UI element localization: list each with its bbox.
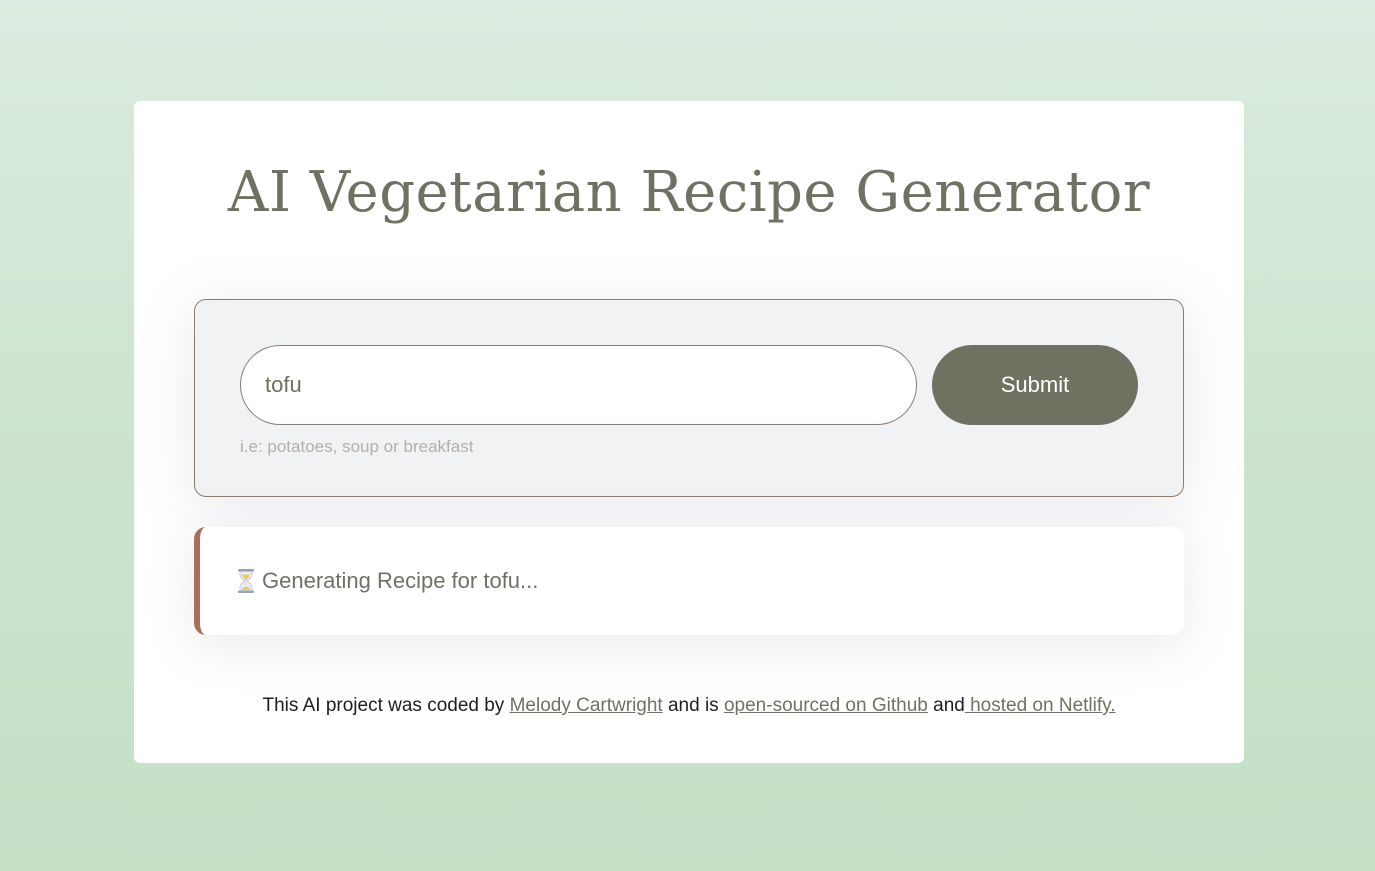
input-hint: i.e: potatoes, soup or breakfast bbox=[240, 437, 474, 456]
footer-prefix: This AI project was coded by bbox=[262, 695, 510, 716]
footer-middle: and is bbox=[662, 695, 724, 716]
main-card: AI Vegetarian Recipe Generator Submit i.… bbox=[134, 101, 1244, 763]
footer-and: and bbox=[927, 695, 965, 716]
hourglass-icon bbox=[236, 568, 256, 594]
netlify-link[interactable]: hosted on Netlify. bbox=[965, 695, 1115, 716]
status-box: Generating Recipe for tofu... bbox=[194, 527, 1184, 635]
github-link[interactable]: open-sourced on Github bbox=[724, 695, 928, 716]
search-input[interactable] bbox=[240, 345, 917, 425]
page-title: AI Vegetarian Recipe Generator bbox=[227, 160, 1151, 225]
submit-button[interactable]: Submit bbox=[932, 345, 1138, 425]
footer: This AI project was coded by Melody Cart… bbox=[134, 693, 1244, 720]
search-form: Submit i.e: potatoes, soup or breakfast bbox=[194, 299, 1184, 497]
author-link[interactable]: Melody Cartwright bbox=[510, 695, 663, 716]
status-text: Generating Recipe for tofu... bbox=[262, 568, 539, 593]
